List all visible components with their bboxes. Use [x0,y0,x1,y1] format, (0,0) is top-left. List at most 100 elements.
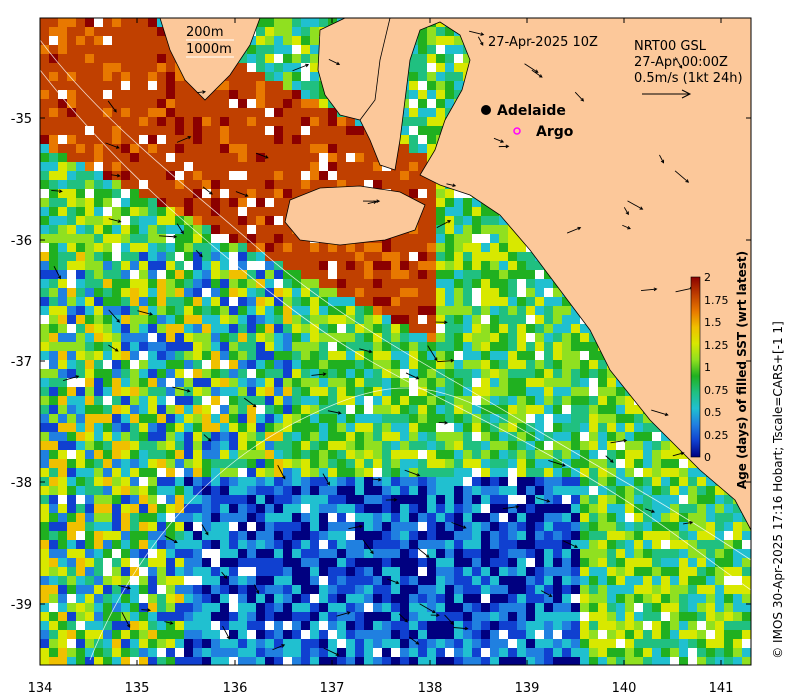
sst-age-cell [211,135,220,144]
sst-age-cell [346,387,355,396]
sst-age-cell [40,351,49,360]
sst-age-cell [463,414,472,423]
sst-age-cell [229,513,238,522]
sst-age-cell [580,504,589,513]
sst-age-cell [166,108,175,117]
sst-age-cell [130,36,139,45]
sst-age-cell [481,558,490,567]
sst-age-cell [184,441,193,450]
sst-age-cell [328,360,337,369]
sst-age-cell [310,387,319,396]
sst-age-cell [508,441,517,450]
sst-age-cell [148,486,157,495]
sst-age-cell [418,378,427,387]
sst-age-cell [184,504,193,513]
sst-age-cell [580,531,589,540]
sst-age-cell [130,414,139,423]
sst-age-cell [58,333,67,342]
sst-age-cell [67,567,76,576]
sst-age-cell [139,405,148,414]
sst-age-cell [445,54,454,63]
sst-age-cell [112,360,121,369]
sst-age-cell [76,441,85,450]
sst-age-cell [193,162,202,171]
sst-age-cell [364,423,373,432]
sst-age-cell [319,432,328,441]
sst-age-cell [247,513,256,522]
sst-age-cell [391,351,400,360]
sst-age-cell [319,333,328,342]
sst-age-cell [391,459,400,468]
sst-age-cell [202,261,211,270]
sst-age-cell [328,378,337,387]
sst-age-cell [418,459,427,468]
sst-age-cell [427,513,436,522]
sst-age-cell [544,522,553,531]
sst-age-cell [328,135,337,144]
sst-age-cell [148,540,157,549]
sst-age-cell [490,495,499,504]
sst-age-cell [274,576,283,585]
sst-age-cell [490,306,499,315]
sst-age-cell [301,297,310,306]
sst-age-cell [112,441,121,450]
sst-age-cell [220,450,229,459]
sst-age-cell [112,549,121,558]
sst-age-cell [58,531,67,540]
sst-age-cell [427,117,436,126]
sst-age-cell [175,279,184,288]
sst-age-cell [454,54,463,63]
sst-age-cell [328,369,337,378]
sst-age-cell [256,549,265,558]
sst-age-cell [175,81,184,90]
sst-age-cell [85,468,94,477]
sst-age-cell [58,324,67,333]
sst-age-cell [139,216,148,225]
sst-age-cell [274,144,283,153]
sst-age-cell [517,369,526,378]
sst-age-cell [67,396,76,405]
sst-age-cell [310,261,319,270]
sst-age-cell [508,279,517,288]
sst-age-cell [220,234,229,243]
sst-age-cell [40,405,49,414]
sst-age-cell [121,378,130,387]
sst-age-cell [49,441,58,450]
sst-age-cell [427,99,436,108]
sst-age-cell [247,180,256,189]
sst-age-cell [139,18,148,27]
sst-age-cell [589,576,598,585]
sst-age-cell [40,342,49,351]
sst-age-cell [310,243,319,252]
sst-age-cell [472,279,481,288]
sst-age-cell [76,171,85,180]
sst-age-cell [292,342,301,351]
sst-age-cell [112,432,121,441]
sst-age-cell [157,540,166,549]
sst-age-cell [355,126,364,135]
sst-age-cell [157,378,166,387]
sst-age-cell [508,504,517,513]
sst-age-cell [193,378,202,387]
sst-age-cell [265,351,274,360]
sst-age-cell [166,567,175,576]
sst-age-cell [427,90,436,99]
sst-age-cell [103,126,112,135]
sst-age-cell [355,243,364,252]
sst-age-cell [130,81,139,90]
sst-age-cell [472,342,481,351]
sst-age-cell [40,54,49,63]
sst-age-cell [121,207,130,216]
sst-age-cell [283,351,292,360]
sst-age-cell [274,531,283,540]
sst-age-cell [400,432,409,441]
sst-age-cell [265,423,274,432]
sst-age-cell [445,225,454,234]
sst-age-cell [508,360,517,369]
sst-age-cell [652,486,661,495]
sst-age-cell [238,342,247,351]
sst-age-cell [463,261,472,270]
sst-age-cell [283,540,292,549]
sst-age-cell [490,234,499,243]
sst-age-cell [499,333,508,342]
